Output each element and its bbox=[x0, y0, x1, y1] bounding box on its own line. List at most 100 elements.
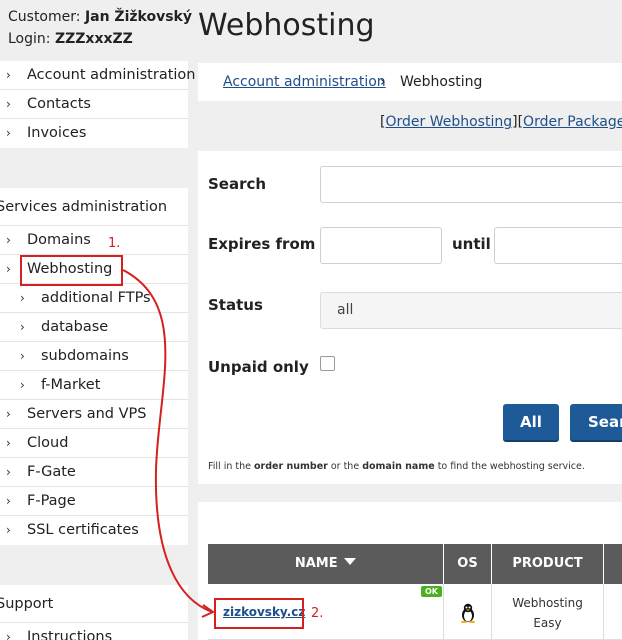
search-button[interactable]: Search bbox=[570, 404, 622, 440]
chevron-right-icon: › bbox=[6, 68, 11, 82]
unpaid-only-label: Unpaid only bbox=[208, 358, 309, 376]
order-package-link[interactable]: Order Package bbox=[523, 114, 622, 130]
table-row: OK zizkovsky.cz Webhosting Easy bbox=[208, 584, 622, 640]
order-webhosting-link[interactable]: Order Webhosting bbox=[385, 114, 512, 130]
order-links: [Order Webhosting][Order Package] bbox=[380, 114, 622, 130]
sidebar-item-ssl-certificates[interactable]: › SSL certificates bbox=[0, 516, 188, 545]
page-title: Webhosting bbox=[198, 8, 375, 43]
login-line: Login: ZZZxxxZZ bbox=[8, 28, 192, 50]
sidebar-item-f-gate[interactable]: › F-Gate bbox=[0, 458, 188, 487]
chevron-right-icon: › bbox=[6, 126, 11, 140]
sidebar-item-label: Cloud bbox=[27, 435, 69, 451]
unpaid-only-checkbox[interactable] bbox=[320, 356, 335, 371]
sidebar-item-label: database bbox=[41, 319, 109, 335]
sidebar-item-label: Instructions bbox=[27, 629, 113, 640]
chevron-right-icon: › bbox=[6, 436, 11, 450]
status-select[interactable]: all bbox=[320, 292, 622, 329]
chevron-right-icon: › bbox=[6, 494, 11, 508]
sidebar-item-webhosting[interactable]: › Webhosting bbox=[0, 255, 188, 284]
until-label: until bbox=[452, 235, 491, 253]
sidebar-item-label: Contacts bbox=[27, 96, 91, 112]
domain-link[interactable]: zizkovsky.cz bbox=[223, 605, 305, 619]
sidebar-item-label: F-Gate bbox=[27, 464, 76, 480]
sidebar-item-account-administration[interactable]: › Account administration bbox=[0, 61, 195, 90]
support-menu: Support › Instructions bbox=[0, 585, 188, 640]
results-panel: NAME OS PRODUCT OK zizkovsky.cz Webhosti… bbox=[198, 502, 622, 640]
cell-product: Webhosting Easy bbox=[492, 584, 604, 640]
annotation-step-1: 1. bbox=[108, 236, 121, 251]
expires-from-input[interactable] bbox=[320, 227, 442, 264]
sidebar-item-label: additional FTPs bbox=[41, 290, 151, 306]
breadcrumb: Account administration › Webhosting bbox=[198, 63, 622, 101]
expires-from-label: Expires from bbox=[208, 235, 316, 253]
search-label: Search bbox=[208, 175, 267, 193]
sidebar-item-domains[interactable]: › Domains bbox=[0, 226, 188, 255]
support-section-title: Support bbox=[0, 585, 188, 623]
sidebar-item-additional-ftps[interactable]: › additional FTPs bbox=[0, 284, 188, 313]
search-panel: Search Expires from until Status all Unp… bbox=[198, 151, 622, 484]
chevron-right-icon: › bbox=[6, 97, 11, 111]
chevron-right-icon: › bbox=[6, 630, 11, 640]
sidebar-item-contacts[interactable]: › Contacts bbox=[0, 90, 188, 119]
customer-line: Customer: Jan Žižkovský bbox=[8, 6, 192, 28]
cell-os bbox=[444, 584, 492, 640]
column-header-name[interactable]: NAME bbox=[208, 544, 444, 584]
sidebar-item-instructions[interactable]: › Instructions bbox=[0, 623, 188, 640]
sidebar-item-servers-and-vps[interactable]: › Servers and VPS bbox=[0, 400, 188, 429]
column-header-os: OS bbox=[444, 544, 492, 584]
login-label: Login: bbox=[8, 31, 51, 47]
chevron-right-icon: › bbox=[20, 349, 25, 363]
services-menu: Services administration › Domains › Webh… bbox=[0, 188, 188, 545]
chevron-right-icon: › bbox=[20, 291, 25, 305]
customer-name: Jan Žižkovský bbox=[84, 9, 192, 25]
breadcrumb-separator-icon: › bbox=[380, 74, 386, 90]
search-hint: Fill in the order number or the domain n… bbox=[208, 461, 585, 472]
sidebar-item-label: Domains bbox=[27, 232, 91, 248]
sidebar-item-cloud[interactable]: › Cloud bbox=[0, 429, 188, 458]
cell-name: OK zizkovsky.cz bbox=[208, 584, 444, 640]
sidebar-item-label: subdomains bbox=[41, 348, 129, 364]
sidebar-item-label: Invoices bbox=[27, 125, 87, 141]
sidebar-item-label: Account administration bbox=[27, 67, 196, 83]
sidebar-item-label: Webhosting bbox=[27, 261, 113, 277]
sidebar-item-label: Servers and VPS bbox=[27, 406, 147, 422]
expires-until-input[interactable] bbox=[494, 227, 622, 264]
sidebar-item-label: F-Page bbox=[27, 493, 76, 509]
linux-tux-icon bbox=[461, 603, 475, 623]
breadcrumb-link-account-administration[interactable]: Account administration bbox=[223, 63, 386, 101]
sidebar-item-label: f-Market bbox=[41, 377, 101, 393]
all-button[interactable]: All bbox=[503, 404, 559, 440]
chevron-right-icon: › bbox=[6, 523, 11, 537]
status-badge: OK bbox=[421, 586, 442, 597]
product-line: Easy bbox=[533, 616, 562, 630]
hint-domain-name: domain name bbox=[362, 461, 435, 472]
sidebar-item-database[interactable]: › database bbox=[0, 313, 188, 342]
chevron-right-icon: › bbox=[6, 262, 11, 276]
sidebar-item-f-market[interactable]: › f-Market bbox=[0, 371, 188, 400]
column-header-product: PRODUCT bbox=[492, 544, 604, 584]
sidebar-item-invoices[interactable]: › Invoices bbox=[0, 119, 188, 148]
hint-order-number: order number bbox=[254, 461, 328, 472]
chevron-right-icon: › bbox=[6, 233, 11, 247]
search-input[interactable] bbox=[320, 166, 622, 203]
customer-info: Customer: Jan Žižkovský Login: ZZZxxxZZ bbox=[8, 6, 192, 50]
chevron-right-icon: › bbox=[6, 407, 11, 421]
column-header-label: NAME bbox=[294, 556, 338, 571]
sort-down-icon bbox=[344, 558, 357, 565]
breadcrumb-current: Webhosting bbox=[400, 74, 483, 90]
chevron-right-icon: › bbox=[20, 378, 25, 392]
table-header: NAME OS PRODUCT bbox=[208, 544, 622, 584]
status-label: Status bbox=[208, 296, 263, 314]
chevron-right-icon: › bbox=[20, 320, 25, 334]
sidebar-item-label: SSL certificates bbox=[27, 522, 139, 538]
hint-text: Fill in the bbox=[208, 461, 255, 472]
chevron-right-icon: › bbox=[6, 465, 11, 479]
hint-text: or the bbox=[327, 461, 363, 472]
hint-text: to find the webhosting service. bbox=[434, 461, 585, 472]
annotation-step-2: 2. bbox=[311, 606, 324, 621]
customer-label: Customer: bbox=[8, 9, 81, 25]
account-menu: › Account administration › Contacts › In… bbox=[0, 61, 195, 148]
sidebar-item-f-page[interactable]: › F-Page bbox=[0, 487, 188, 516]
login-value: ZZZxxxZZ bbox=[54, 31, 133, 47]
sidebar-item-subdomains[interactable]: › subdomains bbox=[0, 342, 188, 371]
